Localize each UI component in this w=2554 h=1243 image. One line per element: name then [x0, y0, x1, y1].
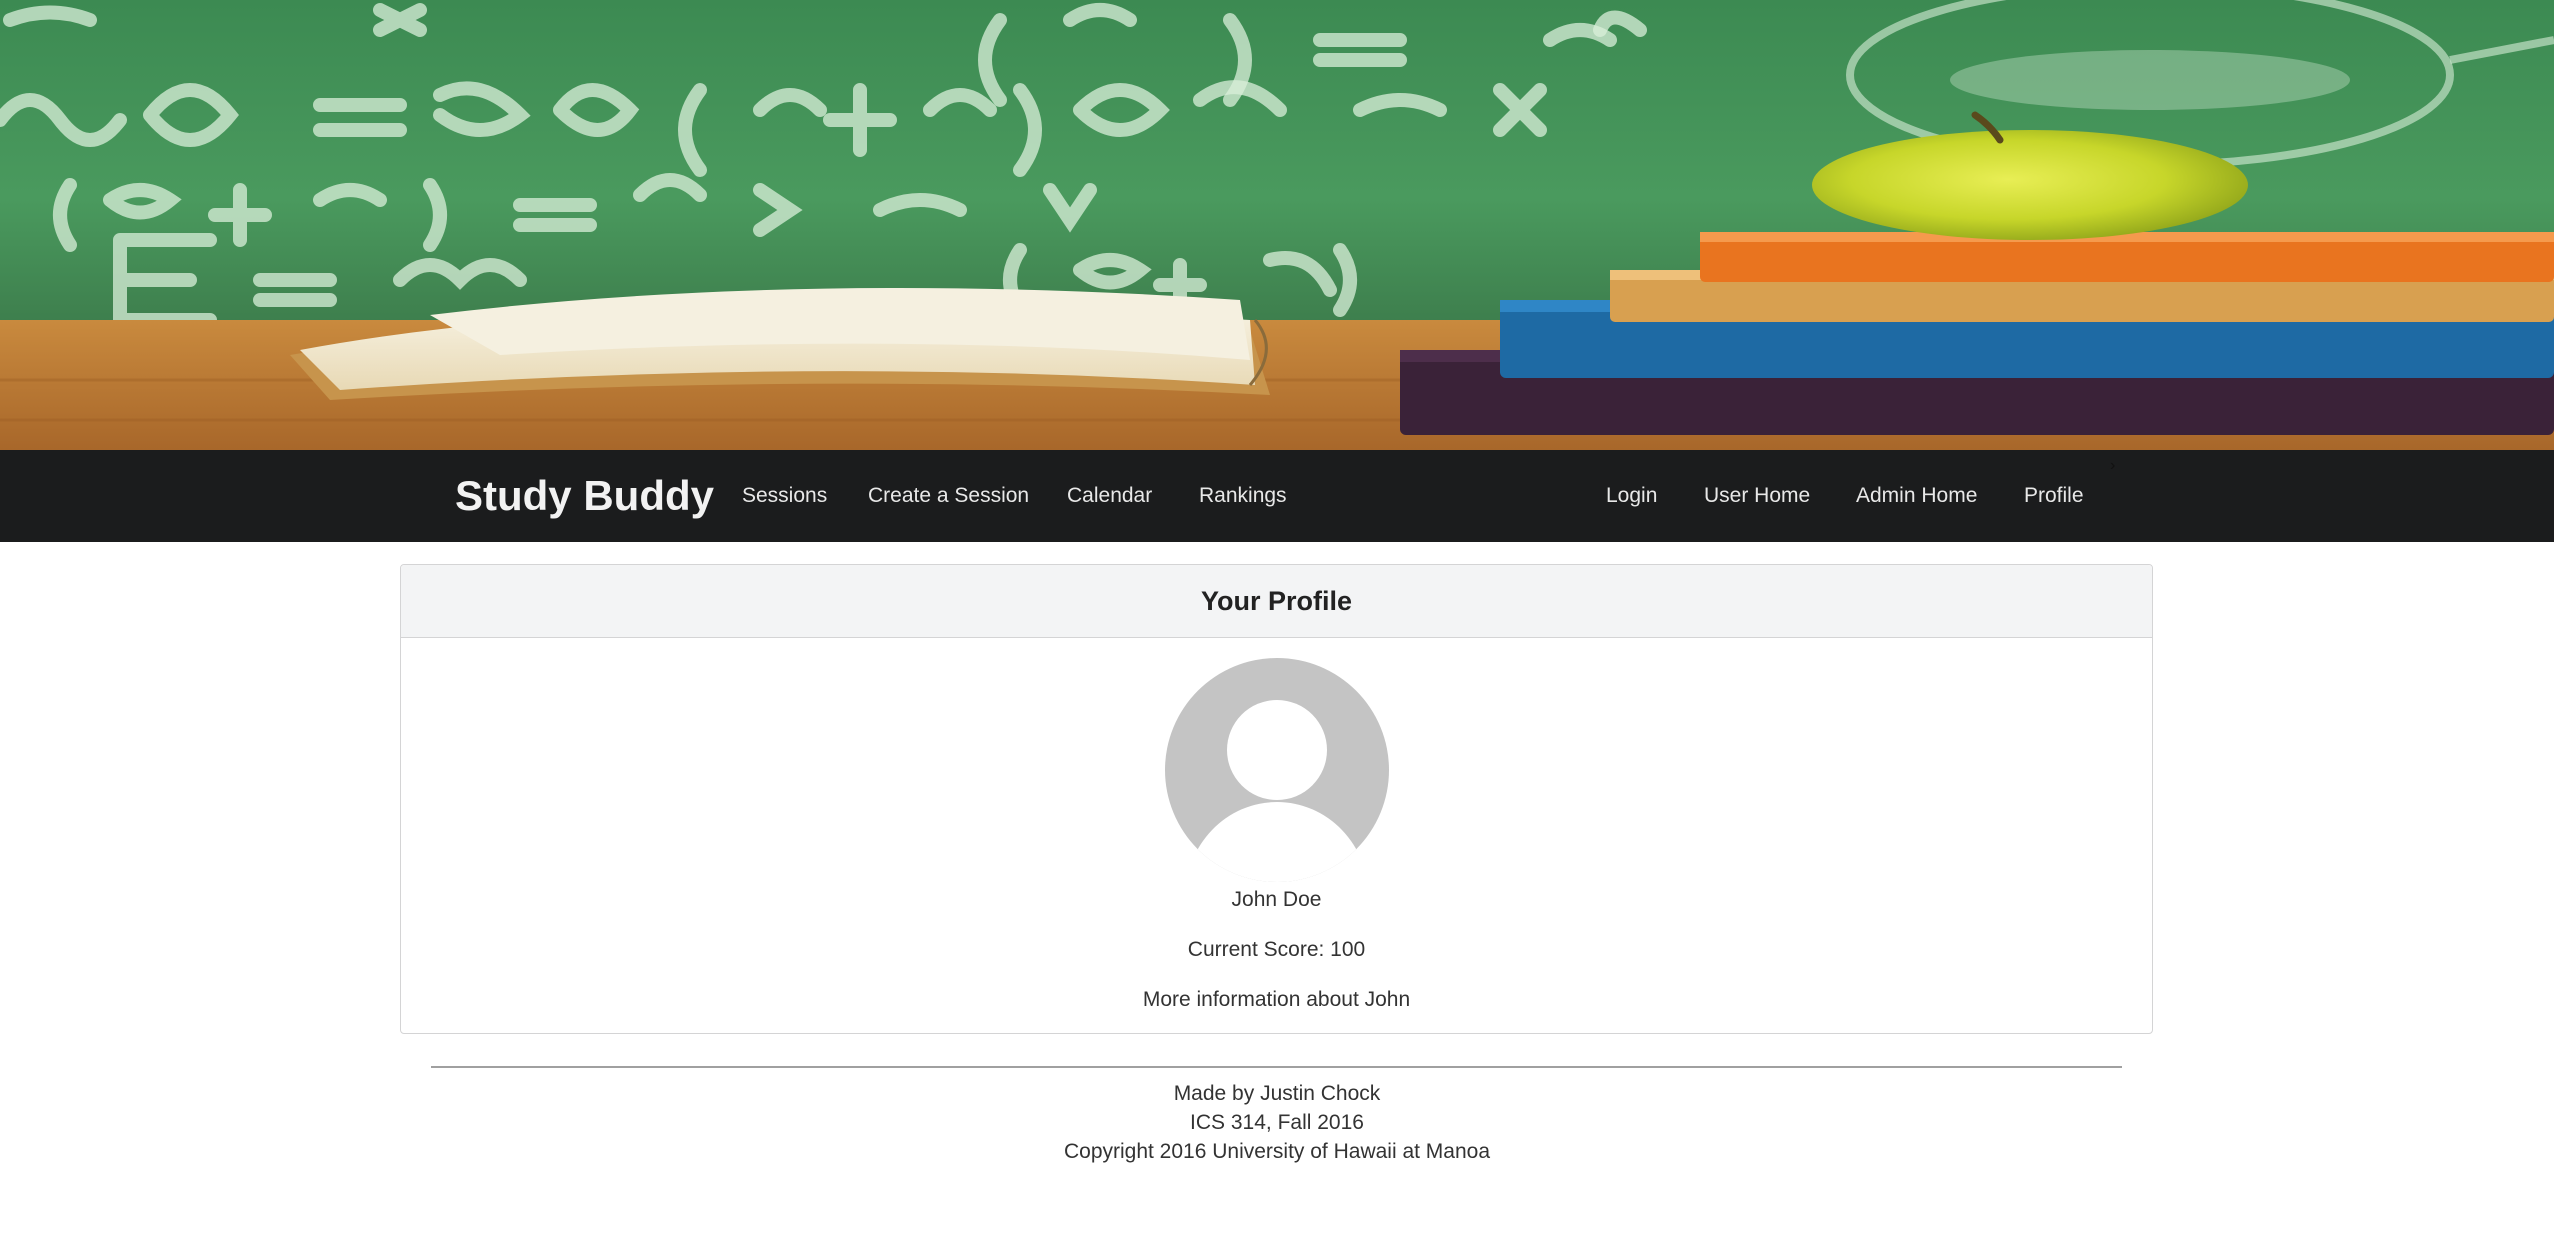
top-navbar: Study Buddy Sessions Create a Session Ca… — [0, 450, 2554, 542]
footer-course: ICS 314, Fall 2016 — [1190, 1111, 1364, 1134]
user-avatar-placeholder-icon — [1165, 658, 1389, 882]
profile-card: Your Profile John Doe Current Score: 100… — [400, 564, 2153, 1034]
nav-item-profile[interactable]: Profile — [2024, 450, 2084, 542]
footer-author: Made by Justin Chock — [1173, 1082, 1381, 1105]
dropdown-arrow-icon: › — [2110, 457, 2116, 474]
footer-divider — [431, 1066, 2122, 1068]
profile-name: John Doe — [1231, 888, 1322, 911]
hero-banner — [0, 0, 2554, 450]
profile-card-header: Your Profile — [401, 565, 2152, 638]
profile-score: Current Score: 100 — [1187, 938, 1366, 961]
nav-item-sessions[interactable]: Sessions — [742, 450, 827, 542]
nav-item-rankings[interactable]: Rankings — [1199, 450, 1287, 542]
nav-item-calendar[interactable]: Calendar — [1067, 450, 1152, 542]
footer-copyright: Copyright 2016 University of Hawaii at M… — [1063, 1140, 1491, 1163]
nav-item-login[interactable]: Login — [1606, 450, 1657, 542]
nav-item-user-home[interactable]: User Home — [1704, 450, 1810, 542]
nav-item-create-session[interactable]: Create a Session — [868, 450, 1029, 542]
profile-info: More information about John — [1142, 988, 1411, 1011]
brand-logo-link[interactable]: Study Buddy — [455, 450, 714, 542]
chalkboard-books-apple-image — [0, 0, 2554, 450]
nav-item-admin-home[interactable]: Admin Home — [1856, 450, 1977, 542]
